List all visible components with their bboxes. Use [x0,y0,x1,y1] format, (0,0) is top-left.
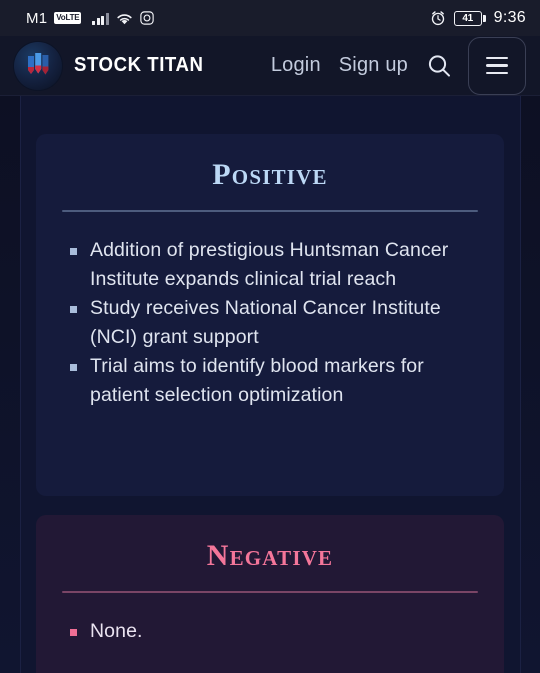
list-item: Trial aims to identify blood markers for… [70,352,478,410]
list-item: Addition of prestigious Huntsman Cancer … [70,236,478,294]
brand-home-link[interactable]: STOCK TITAN [14,41,271,90]
hamburger-menu-icon[interactable] [468,36,526,95]
positive-bullet-list: Addition of prestigious Huntsman Cancer … [62,236,478,410]
wifi-icon [116,12,133,25]
status-bar-right: 41 9:36 [430,9,526,27]
battery-level-label: 41 [462,12,473,24]
camera-icon [140,11,154,25]
phone-screen: M1 VoLTE 41 9:36 STOCK TITAN Login Sign … [0,0,540,673]
status-bar-clock: 9:36 [493,9,526,26]
site-header: STOCK TITAN Login Sign up [0,36,540,96]
carrier-label: M1 [26,9,48,27]
list-item: Study receives National Cancer Institute… [70,294,478,352]
list-item: None. [70,617,478,646]
negative-card-title: Negative [206,539,334,572]
negative-card: Negative None. [36,515,504,673]
header-nav: Login Sign up [271,54,408,77]
volte-badge: VoLTE [54,12,82,24]
alarm-clock-icon [430,10,446,26]
status-bar: M1 VoLTE 41 9:36 [0,0,540,36]
positive-card: Positive Addition of prestigious Huntsma… [36,134,504,496]
page-body: Positive Addition of prestigious Huntsma… [0,96,540,673]
signal-bars-icon [92,12,109,25]
stock-titan-logo-icon [14,41,62,90]
status-bar-left: M1 VoLTE [26,10,430,27]
negative-bullet-list: None. [62,617,478,646]
negative-card-divider [62,591,478,593]
battery-indicator: 41 [453,10,486,26]
search-icon[interactable] [424,51,454,81]
sentiment-cards: Positive Addition of prestigious Huntsma… [36,134,504,673]
brand-name-label: STOCK TITAN [74,54,204,76]
login-link[interactable]: Login [271,54,321,77]
battery-tip [483,14,486,22]
battery-body: 41 [453,10,482,26]
positive-card-divider [62,210,478,212]
positive-card-title: Positive [212,158,328,191]
signup-link[interactable]: Sign up [339,54,408,77]
